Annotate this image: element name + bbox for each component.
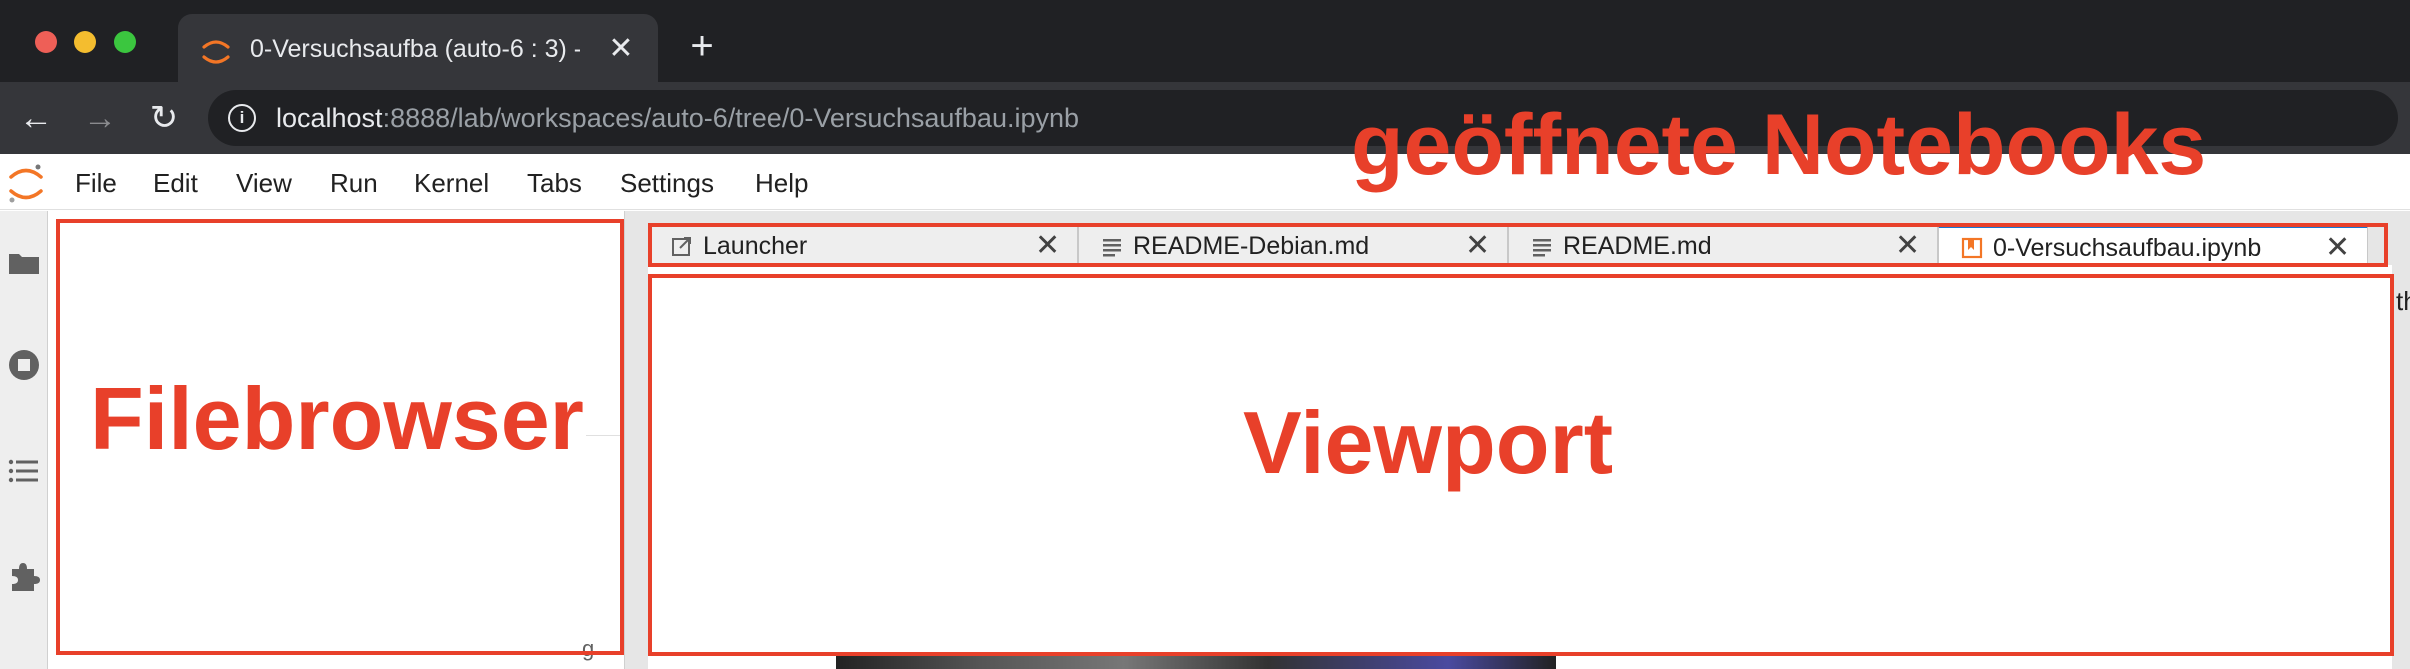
menu-kernel[interactable]: Kernel xyxy=(414,167,489,199)
viewport-edge-text: th xyxy=(2396,286,2410,316)
menu-help[interactable]: Help xyxy=(755,167,808,199)
site-info-icon[interactable]: i xyxy=(228,104,256,132)
forward-button[interactable]: → xyxy=(78,96,122,140)
tabs-annotation-box xyxy=(648,223,2388,267)
url-path: :8888/lab/workspaces/auto-6/tree/0-Versu… xyxy=(382,103,1080,133)
url-text[interactable]: localhost:8888/lab/workspaces/auto-6/tre… xyxy=(276,100,1079,136)
toc-icon[interactable] xyxy=(6,453,42,489)
left-activity-bar xyxy=(0,211,48,669)
notebook-image-preview xyxy=(836,654,1556,669)
browser-titlebar: 0-Versuchsaufba (auto-6 : 3) - ✕ + xyxy=(0,0,2410,82)
menu-run[interactable]: Run xyxy=(330,167,378,199)
folder-icon[interactable] xyxy=(6,245,42,281)
back-button[interactable]: ← xyxy=(14,96,58,140)
panel-splitter[interactable] xyxy=(624,211,638,669)
tabs-annotation-label: geöffnete Notebooks xyxy=(1351,97,2207,193)
menu-view[interactable]: View xyxy=(236,167,292,199)
running-icon[interactable] xyxy=(6,347,42,383)
window-close-button[interactable] xyxy=(35,31,57,53)
menu-edit[interactable]: Edit xyxy=(153,167,198,199)
browser-tab-title: 0-Versuchsaufba (auto-6 : 3) - xyxy=(250,35,580,63)
url-host: localhost xyxy=(276,103,383,133)
menu-tabs[interactable]: Tabs xyxy=(527,167,582,199)
browser-tab[interactable]: 0-Versuchsaufba (auto-6 : 3) - ✕ xyxy=(178,14,658,82)
window-maximize-button[interactable] xyxy=(114,31,136,53)
filebrowser-annotation-label: Filebrowser xyxy=(90,369,584,468)
reload-button[interactable]: ↻ xyxy=(142,96,186,140)
viewport-annotation-label: Viewport xyxy=(1243,393,1614,492)
extension-icon[interactable] xyxy=(6,559,42,595)
menu-file[interactable]: File xyxy=(75,167,117,199)
new-tab-button[interactable]: + xyxy=(682,24,722,68)
jupyter-favicon-icon xyxy=(202,40,230,64)
jupyter-logo-icon xyxy=(9,164,43,203)
browser-tab-close-icon[interactable]: ✕ xyxy=(606,32,636,66)
menu-settings[interactable]: Settings xyxy=(620,167,714,199)
window-minimize-button[interactable] xyxy=(74,31,96,53)
